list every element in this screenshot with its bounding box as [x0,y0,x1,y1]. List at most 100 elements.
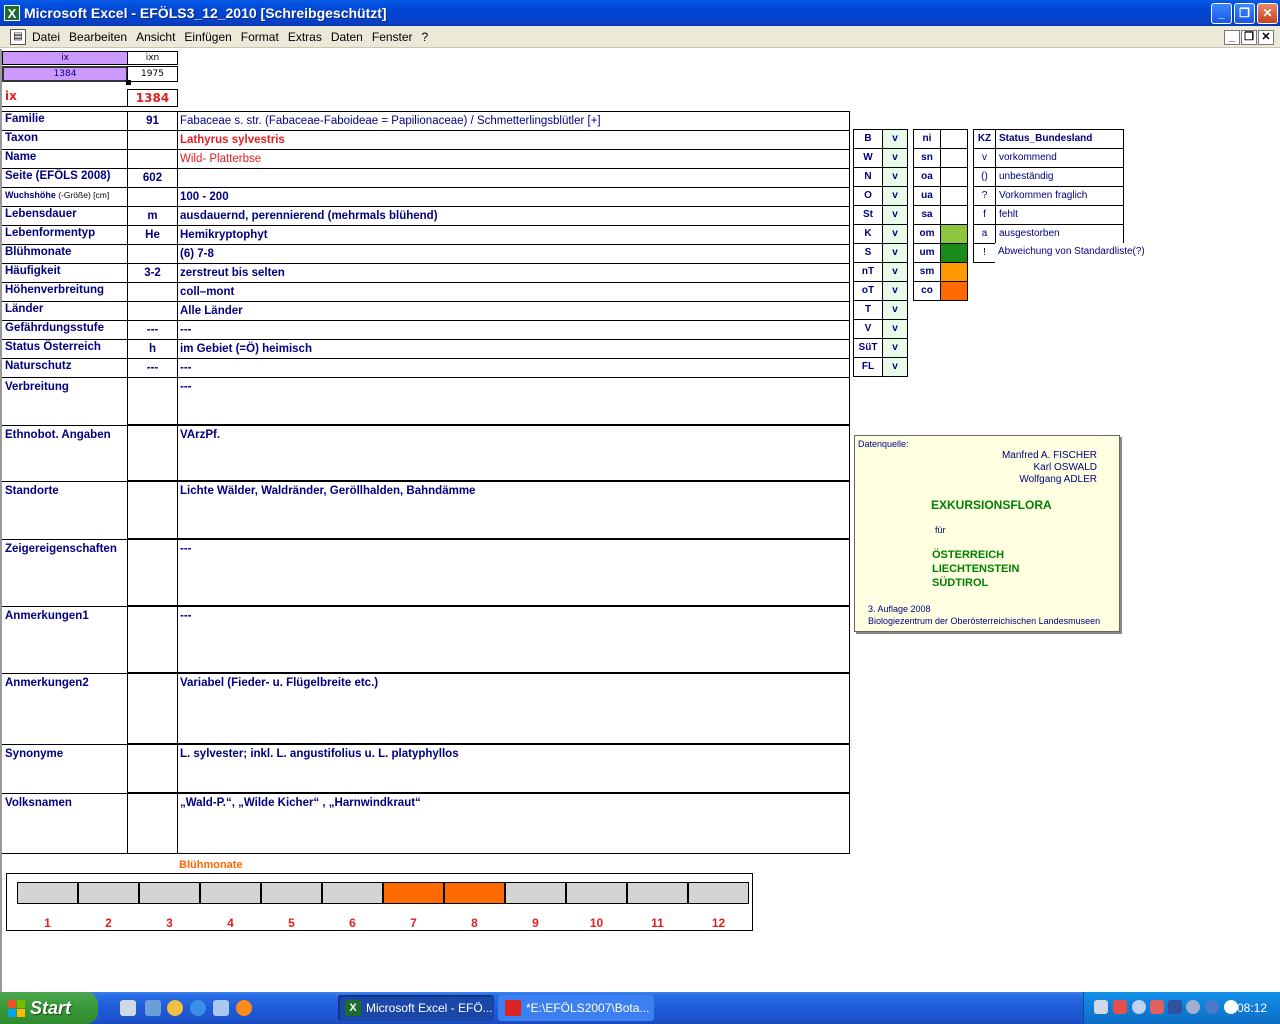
shield-icon[interactable] [1168,1000,1182,1014]
big-row-code[interactable] [127,377,178,425]
row-code[interactable]: m [127,206,178,226]
workbook-minimize-button[interactable]: _ [1224,30,1240,45]
quicklaunch-desktop-icon[interactable] [120,1000,136,1016]
worksheet[interactable]: ix ixn 1384 1975 ix 1384 Familie 91 Fabace… [0,49,1280,992]
month-bar-4[interactable] [200,882,261,904]
big-row-value[interactable]: --- [177,606,850,673]
row-code[interactable] [127,244,178,264]
row-code[interactable]: --- [127,320,178,340]
task-excel[interactable]: X Microsoft Excel - EFÖ... [338,995,494,1021]
menu-einfgen[interactable]: Einfügen [184,30,231,44]
row-value[interactable]: Lathyrus sylvestris [177,130,850,150]
workbook-restore-button[interactable]: ❐ [1241,30,1257,45]
row-value[interactable]: Fabaceae s. str. (Fabaceae-Faboideae = P… [177,111,850,131]
hoehenstufe-color[interactable] [940,205,968,225]
minimize-button[interactable]: _ [1211,3,1232,24]
row-value[interactable]: 100 - 200 [177,187,850,207]
month-bar-11[interactable] [627,882,688,904]
title-bar[interactable]: X Microsoft Excel - EFÖLS3_12_2010 [Schr… [0,0,1280,26]
bundesland-status[interactable]: v [882,357,908,377]
quicklaunch-firefox-icon[interactable] [236,1000,252,1016]
ixn-header-cell[interactable]: ixn [127,51,178,65]
big-row-code[interactable] [127,481,178,539]
hoehenstufe-color[interactable] [940,186,968,206]
hoehenstufe-color[interactable] [940,224,968,244]
restore-button[interactable]: ❐ [1234,3,1255,24]
month-bar-2[interactable] [78,882,139,904]
menu-daten[interactable]: Daten [331,30,363,44]
row-code[interactable] [127,301,178,321]
row-value[interactable]: coll–mont [177,282,850,302]
quicklaunch-ie-icon[interactable] [190,1000,206,1016]
big-row-code[interactable] [127,793,178,854]
big-row-value[interactable]: Variabel (Fieder- u. Flügelbreite etc.) [177,673,850,744]
bundesland-status[interactable]: v [882,167,908,187]
hoehenstufe-color[interactable] [940,129,968,149]
row-value[interactable] [177,168,850,188]
big-row-code[interactable] [127,744,178,793]
bundesland-status[interactable]: v [882,243,908,263]
close-button[interactable]: ✕ [1257,3,1278,24]
quicklaunch-explorer-icon[interactable] [145,1000,161,1016]
menu-ansicht[interactable]: Ansicht [136,30,175,44]
menu-format[interactable]: Format [241,30,279,44]
row-value[interactable]: --- [177,320,850,340]
row-code[interactable]: 3-2 [127,263,178,283]
update-icon[interactable] [1186,1000,1200,1014]
row-value[interactable]: --- [177,358,850,378]
ix-value-cell[interactable]: 1384 [2,66,128,82]
bundesland-status[interactable]: v [882,281,908,301]
month-bar-9[interactable] [505,882,566,904]
row-code[interactable]: 602 [127,168,178,188]
month-bar-12[interactable] [688,882,749,904]
row-value[interactable]: Wild- Platterbse [177,149,850,169]
bundesland-status[interactable]: v [882,319,908,339]
bundesland-status[interactable]: v [882,224,908,244]
big-row-code[interactable] [127,673,178,744]
fill-handle[interactable] [126,80,131,85]
start-button[interactable]: Start [0,992,98,1024]
bundesland-status[interactable]: v [882,205,908,225]
menu-help[interactable]: ? [422,30,429,44]
row-code[interactable] [127,149,178,169]
security-icon[interactable] [1150,1000,1164,1014]
network-icon[interactable] [1094,1000,1108,1014]
row-value[interactable]: zerstreut bis selten [177,263,850,283]
workbook-icon[interactable]: ▤ [10,29,26,45]
task-bota[interactable]: *E:\EFÖLS2007\Bota... [498,995,654,1021]
row-code[interactable] [127,187,178,207]
bluehmonate-chart[interactable]: 1 2 3 4 5 6 7 8 9 10 11 12 [6,873,753,931]
bundesland-status[interactable]: v [882,300,908,320]
big-row-value[interactable]: --- [177,377,850,425]
row-value[interactable]: (6) 7-8 [177,244,850,264]
big-row-code[interactable] [127,539,178,606]
row-code[interactable]: 91 [127,111,178,131]
ix-big-value[interactable]: 1384 [127,89,178,107]
month-bar-10[interactable] [566,882,627,904]
row-value[interactable]: Alle Länder [177,301,850,321]
bundesland-status[interactable]: v [882,148,908,168]
month-bar-3[interactable] [139,882,200,904]
month-bar-6[interactable] [322,882,383,904]
quicklaunch-media-icon[interactable] [167,1000,183,1016]
ix-label[interactable]: ix [2,89,128,107]
row-code[interactable] [127,282,178,302]
month-bar-8[interactable] [444,882,505,904]
row-code[interactable] [127,130,178,150]
info-icon[interactable] [1205,1000,1219,1014]
menu-extras[interactable]: Extras [288,30,322,44]
hoehenstufe-color[interactable] [940,167,968,187]
ixn-value-cell[interactable]: 1975 [127,66,178,82]
quicklaunch-mail-icon[interactable] [213,1000,229,1016]
tray-app-icon[interactable] [1113,1000,1127,1014]
search-icon[interactable] [1132,1000,1146,1014]
big-row-value[interactable]: L. sylvester; inkl. L. angustifolius u. … [177,744,850,793]
hoehenstufe-color[interactable] [940,148,968,168]
tray-a-icon[interactable] [1224,1000,1238,1014]
row-code[interactable]: h [127,339,178,359]
excel-app-icon[interactable]: X [4,5,20,21]
big-row-code[interactable] [127,425,178,481]
bundesland-status[interactable]: v [882,338,908,358]
hoehenstufe-color[interactable] [940,243,968,263]
menu-bearbeiten[interactable]: Bearbeiten [69,30,127,44]
